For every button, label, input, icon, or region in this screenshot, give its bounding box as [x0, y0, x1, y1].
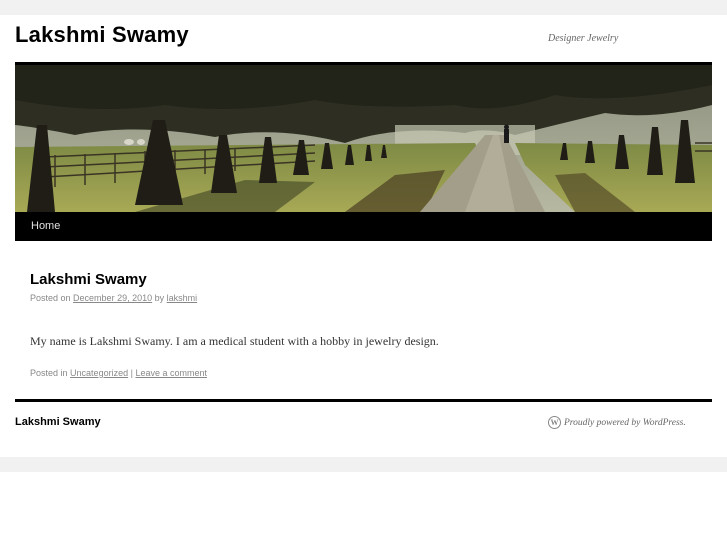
- page-top-band: [0, 0, 727, 15]
- header-banner-image: [15, 65, 712, 212]
- site-title-link[interactable]: Lakshmi Swamy: [15, 22, 189, 48]
- post-utility: Posted in Uncategorized | Leave a commen…: [30, 368, 207, 378]
- leave-comment-link[interactable]: Leave a comment: [135, 368, 207, 378]
- posted-on-label: Posted on: [30, 293, 71, 303]
- post-title-link[interactable]: Lakshmi Swamy: [30, 271, 147, 288]
- site-description: Designer Jewelry: [548, 33, 619, 44]
- posted-in-label: Posted in: [30, 368, 68, 378]
- by-label: by: [154, 293, 165, 303]
- footer-site-title-link[interactable]: Lakshmi Swamy: [15, 416, 101, 428]
- post-date-link[interactable]: December 29, 2010: [73, 293, 152, 303]
- meta-separator: |: [130, 368, 133, 378]
- post-meta: Posted on December 29, 2010 by lakshmi: [30, 293, 197, 303]
- nav-item-home[interactable]: Home: [31, 220, 60, 232]
- category-link[interactable]: Uncategorized: [70, 368, 128, 378]
- footer-divider: [15, 399, 712, 402]
- wordpress-icon: W: [548, 416, 561, 429]
- credit-text: Proudly powered by WordPress.: [564, 417, 686, 428]
- page-bottom-band: [0, 457, 727, 472]
- post-content: My name is Lakshmi Swamy. I am a medical…: [30, 334, 439, 348]
- author-link[interactable]: lakshmi: [167, 293, 198, 303]
- wordpress-credit-link[interactable]: W Proudly powered by WordPress.: [548, 416, 686, 429]
- main-navigation: Home: [15, 212, 712, 241]
